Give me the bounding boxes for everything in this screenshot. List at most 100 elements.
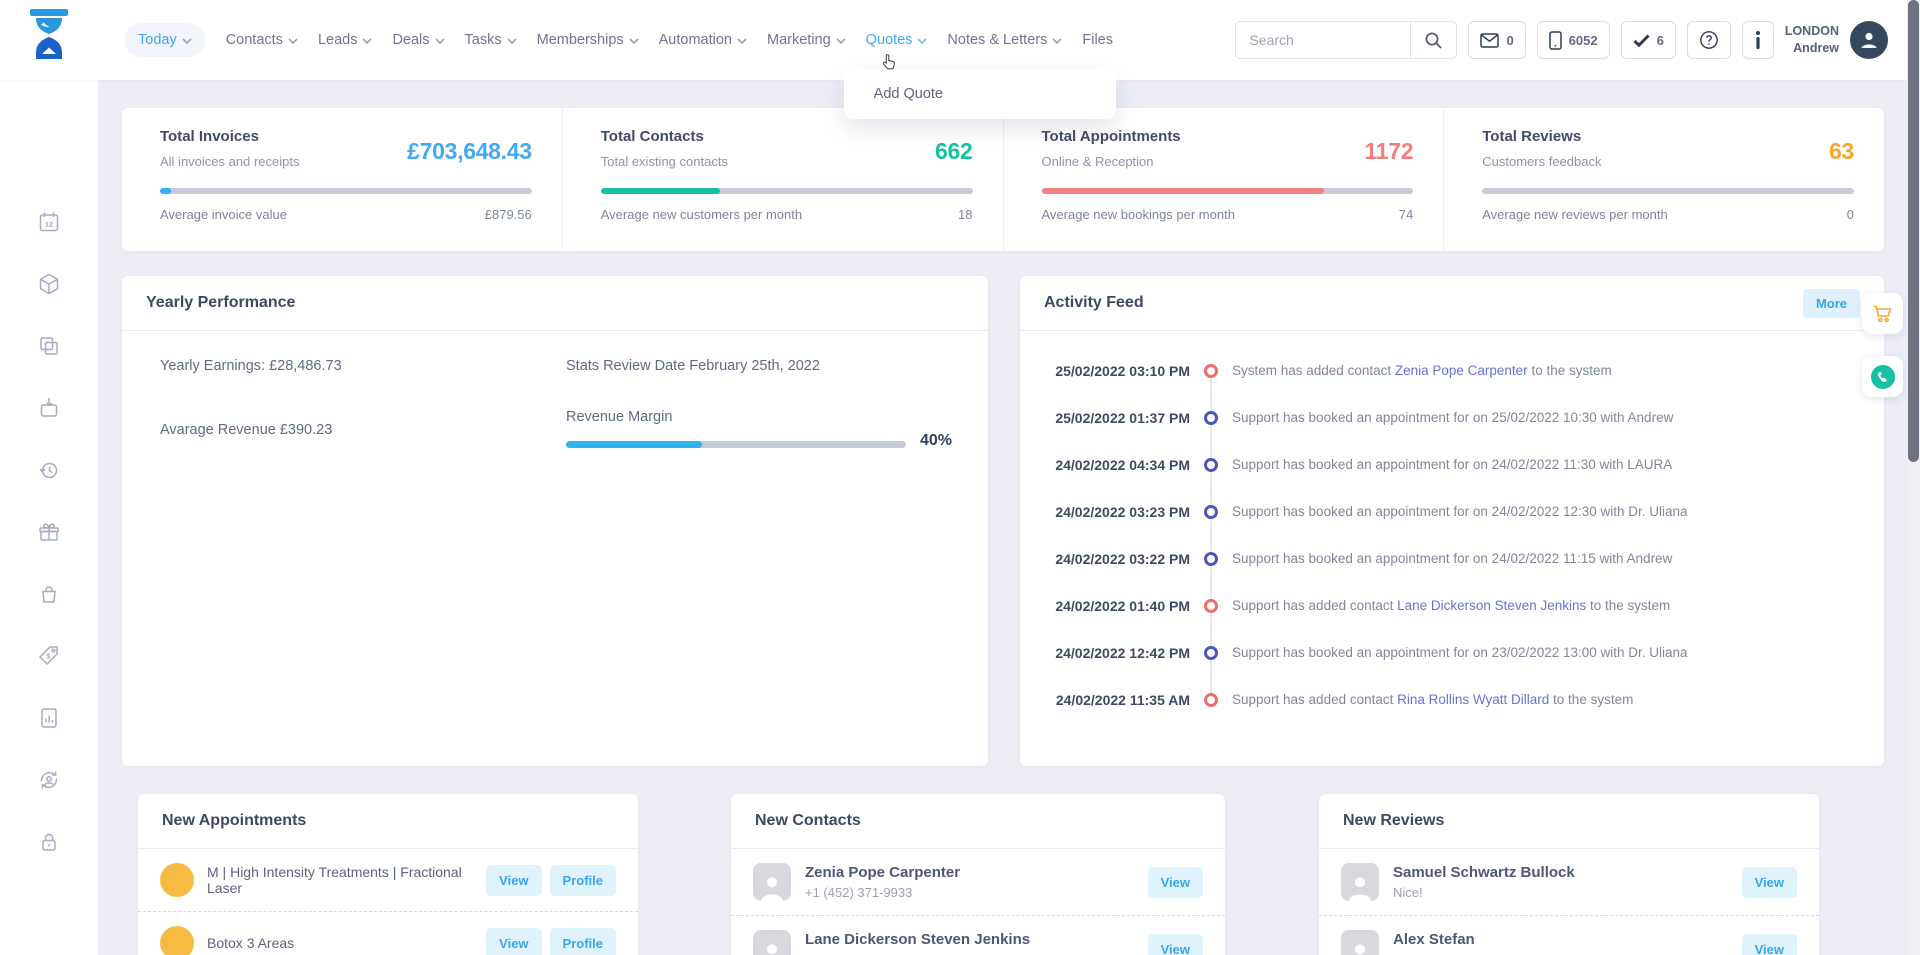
- view-button[interactable]: View: [1148, 867, 1203, 898]
- phone-floating-button[interactable]: [1862, 356, 1903, 397]
- stat-footer-label: Average new customers per month: [601, 207, 802, 222]
- hourglass-logo-icon: [26, 9, 72, 67]
- scrollbar-track[interactable]: [1907, 0, 1920, 955]
- scrollbar-thumb[interactable]: [1908, 0, 1919, 462]
- view-button[interactable]: View: [1742, 867, 1797, 898]
- stat-footer-value: £879.56: [485, 207, 532, 222]
- messages-count: 0: [1506, 33, 1513, 48]
- price-tag-icon[interactable]: $: [37, 644, 61, 668]
- main-nav: Today Contacts Leads Deals Tasks Members…: [124, 23, 1113, 57]
- tasks-button[interactable]: 6: [1621, 21, 1676, 59]
- app-logo[interactable]: [26, 9, 72, 72]
- feed-timestamp: 24/02/2022 03:23 PM: [1020, 504, 1190, 520]
- nav-label: Tasks: [465, 32, 502, 48]
- calls-button[interactable]: 6052: [1537, 21, 1610, 59]
- calls-count: 6052: [1569, 33, 1598, 48]
- bag-download-icon[interactable]: [37, 396, 61, 420]
- nav-label: Memberships: [537, 32, 624, 48]
- feed-text: Support has added contact Lane Dickerson…: [1232, 598, 1884, 613]
- stat-value: 63: [1829, 138, 1854, 165]
- search-button[interactable]: [1410, 22, 1456, 58]
- user-avatar[interactable]: [1850, 21, 1888, 59]
- lock-icon[interactable]: [37, 830, 61, 854]
- review-row: Samuel Schwartz Bullock Nice! View: [1319, 849, 1819, 915]
- reviewer-avatar: [1341, 863, 1379, 901]
- dashboard-page: Today Contacts Leads Deals Tasks Members…: [0, 0, 1920, 955]
- contact-link[interactable]: Rina Rollins Wyatt Dillard: [1397, 692, 1549, 707]
- view-button[interactable]: View: [486, 865, 541, 896]
- cart-floating-button[interactable]: [1862, 293, 1903, 334]
- view-button[interactable]: View: [1148, 934, 1203, 955]
- svg-text:$: $: [47, 654, 51, 661]
- nav-item-automation[interactable]: Automation: [659, 32, 747, 48]
- report-document-icon[interactable]: [37, 706, 61, 730]
- appointment-label: Botox 3 Areas: [207, 935, 478, 951]
- messages-button[interactable]: 0: [1468, 21, 1525, 59]
- tasks-count: 6: [1657, 33, 1664, 48]
- gift-icon[interactable]: [37, 520, 61, 544]
- timeline-dot-blue: [1204, 646, 1218, 660]
- user-sync-icon[interactable]: [37, 768, 61, 792]
- feed-timestamp: 24/02/2022 11:35 AM: [1020, 692, 1190, 708]
- profile-button[interactable]: Profile: [550, 865, 616, 896]
- mobile-phone-icon: [1549, 31, 1562, 50]
- feed-item: 25/02/2022 03:10 PM System has added con…: [1020, 347, 1884, 394]
- history-clock-icon[interactable]: [37, 458, 61, 482]
- shopping-bag-icon[interactable]: [37, 582, 61, 606]
- stat-progress-bar: [601, 188, 973, 194]
- nav-item-leads[interactable]: Leads: [318, 32, 373, 48]
- stat-footer-label: Average invoice value: [160, 207, 287, 222]
- timeline-dot-red: [1204, 693, 1218, 707]
- nav-item-memberships[interactable]: Memberships: [537, 32, 639, 48]
- search-input[interactable]: [1236, 32, 1410, 48]
- info-button[interactable]: [1742, 21, 1774, 59]
- chevron-down-icon: [507, 38, 517, 44]
- stat-title: Total Reviews: [1482, 128, 1601, 145]
- copy-icon[interactable]: [37, 334, 61, 358]
- nav-item-marketing[interactable]: Marketing: [767, 32, 846, 48]
- feed-text: Support has added contact Rina Rollins W…: [1232, 692, 1884, 707]
- nav-item-today[interactable]: Today: [124, 23, 206, 57]
- nav-label: Notes & Letters: [947, 32, 1047, 48]
- feed-item: 24/02/2022 03:23 PM Support has booked a…: [1020, 488, 1884, 535]
- stat-progress-bar: [1042, 188, 1414, 194]
- calendar-icon[interactable]: 12: [37, 210, 61, 234]
- view-button[interactable]: View: [1742, 934, 1797, 955]
- nav-item-notes-letters[interactable]: Notes & Letters: [947, 32, 1062, 48]
- feed-timestamp: 24/02/2022 04:34 PM: [1020, 457, 1190, 473]
- chevron-down-icon: [288, 38, 298, 44]
- profile-button[interactable]: Profile: [550, 928, 616, 955]
- nav-label: Marketing: [767, 32, 831, 48]
- menu-item-add-quote[interactable]: Add Quote: [844, 86, 943, 102]
- svg-text:12: 12: [45, 220, 53, 229]
- nav-item-files[interactable]: Files: [1082, 32, 1113, 48]
- nav-item-tasks[interactable]: Tasks: [465, 32, 517, 48]
- more-button[interactable]: More: [1803, 289, 1860, 318]
- reviewer-name: Alex Stefan: [1393, 931, 1734, 948]
- nav-item-quotes[interactable]: Quotes Add Quote: [866, 32, 928, 48]
- stat-card-total-reviews: Total Reviews Customers feedback 63 Aver…: [1443, 108, 1884, 251]
- feed-item: 24/02/2022 11:35 AM Support has added co…: [1020, 676, 1884, 723]
- timeline-dot-red: [1204, 599, 1218, 613]
- package-cube-icon[interactable]: [37, 272, 61, 296]
- appointment-row: M | High Intensity Treatments | Fraction…: [138, 849, 638, 911]
- contact-link[interactable]: Lane Dickerson Steven Jenkins: [1397, 598, 1586, 613]
- help-button[interactable]: [1687, 21, 1731, 59]
- panel-title: Activity Feed: [1044, 294, 1144, 312]
- review-row: Alex Stefan View: [1319, 915, 1819, 955]
- view-button[interactable]: View: [486, 928, 541, 955]
- activity-feed-list: 25/02/2022 03:10 PM System has added con…: [1020, 331, 1884, 723]
- person-silhouette-icon: [1345, 871, 1375, 901]
- help-icon: [1699, 30, 1719, 50]
- stat-title: Total Invoices: [160, 128, 299, 145]
- contact-link[interactable]: Zenia Pope Carpenter: [1395, 363, 1528, 378]
- nav-item-contacts[interactable]: Contacts: [226, 32, 298, 48]
- nav-item-deals[interactable]: Deals: [392, 32, 444, 48]
- chevron-down-icon: [917, 38, 927, 44]
- timeline-dot-blue: [1204, 505, 1218, 519]
- revenue-margin-label: Revenue Margin: [566, 409, 672, 425]
- feed-item: 24/02/2022 04:34 PM Support has booked a…: [1020, 441, 1884, 488]
- mouse-cursor-icon: [882, 53, 897, 74]
- stat-title: Total Contacts: [601, 128, 728, 145]
- feed-item: 25/02/2022 01:37 PM Support has booked a…: [1020, 394, 1884, 441]
